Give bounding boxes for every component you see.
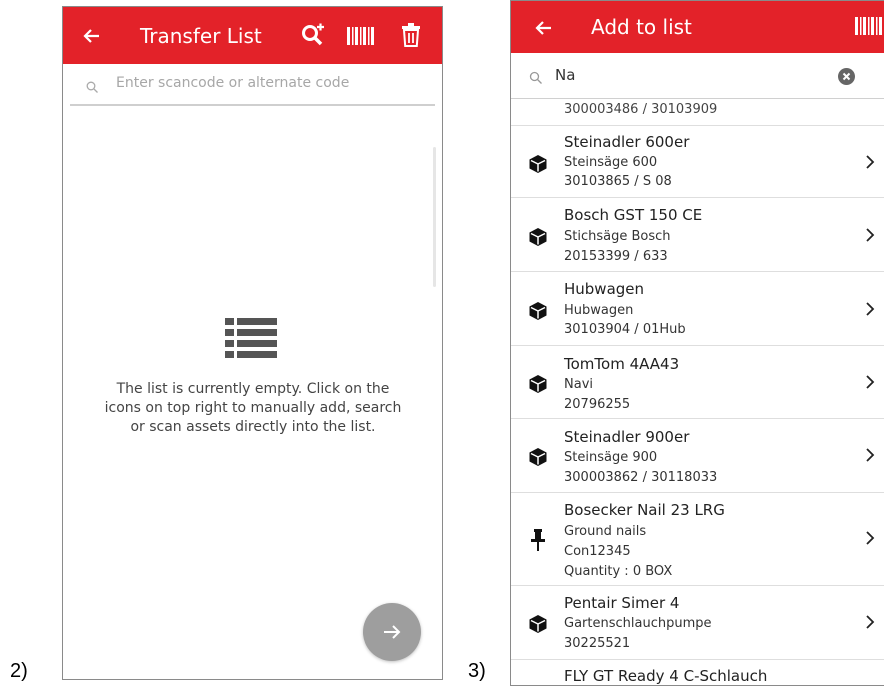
box-icon xyxy=(528,301,548,325)
item-name: Hubwagen xyxy=(564,280,645,298)
back-arrow-icon[interactable] xyxy=(533,18,553,42)
item-description: Steinsäge 600 xyxy=(564,155,658,170)
barcode-icon[interactable] xyxy=(347,27,375,49)
item-name: Pentair Simer 4 xyxy=(564,594,680,612)
item-description: Stichsäge Bosch xyxy=(564,229,671,244)
page-title: Add to list xyxy=(591,15,692,39)
item-code: 30103904 / 01Hub xyxy=(564,322,686,337)
asset-list-item[interactable]: Bosch GST 150 CE Stichsäge Bosch 2015339… xyxy=(511,197,884,271)
empty-state-message: The list is currently empty. Click on th… xyxy=(104,381,402,435)
search-placeholder: Enter scancode or alternate code xyxy=(116,75,350,91)
item-code: 20153399 / 633 xyxy=(564,249,668,264)
chevron-right-icon xyxy=(865,530,875,550)
box-icon xyxy=(528,374,548,398)
arrow-right-icon xyxy=(383,624,401,644)
asset-list-item-partial[interactable]: FLY GT Ready 4 C-Schlauch xyxy=(511,659,884,685)
search-input[interactable]: Na xyxy=(555,66,575,84)
asset-list-item[interactable]: Steinadler 600er Steinsäge 600 30103865 … xyxy=(511,125,884,197)
barcode-icon[interactable] xyxy=(855,17,884,39)
chevron-right-icon xyxy=(865,374,875,394)
box-icon xyxy=(528,154,548,178)
item-name: Bosch GST 150 CE xyxy=(564,206,703,224)
item-description: Steinsäge 900 xyxy=(564,450,658,465)
asset-list-item[interactable]: Pentair Simer 4 Gartenschlauchpumpe 3022… xyxy=(511,585,884,659)
box-icon xyxy=(528,227,548,251)
asset-list-item[interactable]: Steinadler 900er Steinsäge 900 300003862… xyxy=(511,418,884,492)
figure-label-3: 3) xyxy=(468,660,486,682)
chevron-right-icon xyxy=(865,614,875,634)
scroll-indicator xyxy=(433,147,436,287)
item-code: 20796255 xyxy=(564,397,631,412)
search-icon xyxy=(86,78,98,97)
app-bar: Transfer List xyxy=(63,7,442,64)
next-button[interactable] xyxy=(363,603,421,661)
figure-label-2: 2) xyxy=(10,660,28,682)
box-icon xyxy=(528,447,548,471)
item-code: 300003862 / 30118033 xyxy=(564,470,718,485)
item-description: Navi xyxy=(564,377,593,392)
transfer-list-screen: Transfer List Enter scancode or alternat… xyxy=(62,6,443,680)
item-name: Bosecker Nail 23 LRG xyxy=(564,501,725,519)
item-name: Steinadler 900er xyxy=(564,428,690,446)
trash-icon[interactable] xyxy=(401,23,421,51)
item-name: Steinadler 600er xyxy=(564,133,690,151)
search-plus-icon[interactable] xyxy=(300,23,326,51)
clear-search-button[interactable] xyxy=(838,68,855,85)
partial-item-code: 300003486 / 30103909 xyxy=(564,102,718,117)
asset-list-item[interactable]: Bosecker Nail 23 LRG Ground nails Con123… xyxy=(511,492,884,585)
chevron-right-icon xyxy=(865,301,875,321)
list-icon xyxy=(225,318,277,362)
item-description: Ground nails xyxy=(564,524,647,539)
search-icon xyxy=(529,69,542,88)
pin-icon xyxy=(531,529,545,555)
item-code: 30103865 / S 08 xyxy=(564,174,672,189)
asset-list-item[interactable]: TomTom 4AA43 Navi 20796255 xyxy=(511,345,884,418)
scancode-search-field[interactable]: Enter scancode or alternate code xyxy=(70,64,435,106)
box-icon xyxy=(528,614,548,638)
chevron-right-icon xyxy=(865,154,875,174)
chevron-right-icon xyxy=(865,447,875,467)
item-name: FLY GT Ready 4 C-Schlauch xyxy=(564,667,768,685)
item-quantity: Quantity : 0 BOX xyxy=(564,564,673,579)
item-description: Gartenschlauchpumpe xyxy=(564,616,712,631)
app-bar: Add to list xyxy=(511,1,884,53)
page-title: Transfer List xyxy=(140,24,262,48)
item-description: Hubwagen xyxy=(564,303,634,318)
search-field[interactable]: Na xyxy=(511,53,884,99)
asset-list-item[interactable]: Hubwagen Hubwagen 30103904 / 01Hub xyxy=(511,271,884,345)
item-name: TomTom 4AA43 xyxy=(564,355,680,373)
item-code: Con12345 xyxy=(564,544,631,559)
chevron-right-icon xyxy=(865,227,875,247)
add-to-list-screen: Add to list Na 300003486 / 30103909 Stei… xyxy=(510,0,884,686)
back-arrow-icon[interactable] xyxy=(81,26,101,50)
item-code: 30225521 xyxy=(564,636,631,651)
